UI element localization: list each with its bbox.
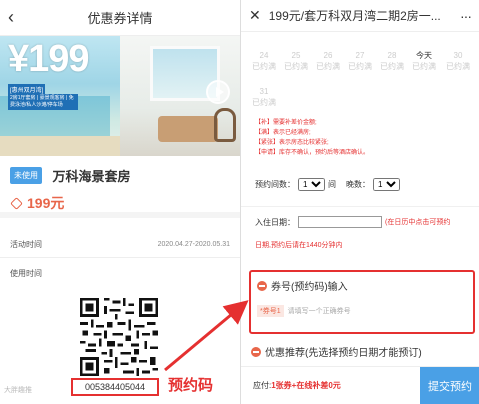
calendar-day[interactable]: 28 已约满 <box>375 50 409 72</box>
banner-description: 2房1厅套房 | 豪景观客房 | 免费泳池/私人沙滩/停车场 <box>8 94 78 110</box>
recommend-title: 优惠推荐(先选择预约日期才能预订) <box>265 348 422 359</box>
rooms-select[interactable]: 1 <box>298 178 325 191</box>
status-badge: 未使用 <box>10 167 42 184</box>
checkin-label: 入住日期： <box>255 217 295 227</box>
calendar-day[interactable]: 26 已约满 <box>311 50 345 72</box>
usage-time-label: 使用时间 <box>10 269 42 278</box>
ticket-icon <box>251 346 261 357</box>
price-tag-icon <box>10 196 23 210</box>
usage-time-row: 使用时间 <box>0 268 240 279</box>
calendar-legend: 【补】需要补差价金额; 【满】表示已经满房; 【紧张】表示房态比较紧张; 【申请… <box>255 120 370 156</box>
play-icon[interactable] <box>206 80 230 104</box>
activity-time-label: 活动时间 <box>10 240 42 249</box>
ticket-icon <box>257 280 267 291</box>
recommend-section: 优惠推荐(先选择预约日期才能预订) <box>251 344 422 359</box>
coupon-code-input[interactable]: 请填写一个正确券号 <box>288 306 351 316</box>
booking-header: ✕ 199元/套万科双月湾二期2房一... ··· <box>241 0 479 32</box>
booking-panel: ✕ 199元/套万科双月湾二期2房一... ··· 24 已约满 25 已约满 26… <box>240 0 479 404</box>
reservation-code: 005384405044 <box>71 378 159 396</box>
rooms-label: 预约间数： <box>255 180 295 189</box>
checkin-hint-continued: 日期,预约后请在1440分钟内 <box>255 242 343 249</box>
coupon-code-title: 券号(预约码)输入 <box>271 282 348 293</box>
payment-amount: 1张券+在线补差0元 <box>271 381 341 390</box>
watermark: 大胖趣推 <box>4 387 32 394</box>
calendar-day[interactable]: 25 已约满 <box>279 50 313 72</box>
activity-time-value: 2020.04.27-2020.05.31 <box>157 241 230 248</box>
booking-footer: 应付:1张券+在线补差0元 提交预约 <box>241 366 479 404</box>
calendar-day[interactable]: 24 已约满 <box>247 50 281 72</box>
payment-summary: 应付:1张券+在线补差0元 <box>253 381 341 390</box>
checkin-hint: (在日历中点击可预约 <box>385 219 451 226</box>
submit-booking-button[interactable]: 提交预约 <box>420 366 479 404</box>
rooms-unit: 间 <box>328 180 336 189</box>
nights-label: 晚数： <box>346 180 370 189</box>
coupon-summary: 未使用 万科海景套房 199元 <box>0 156 240 218</box>
calendar-day[interactable]: 30 已约满 <box>441 50 475 72</box>
page-title: 优惠券详情 <box>87 11 153 26</box>
hotel-banner: ¥199 [惠州双月湾] 2房1厅套房 | 豪景观客房 | 免费泳池/私人沙滩/… <box>0 36 240 156</box>
activity-time-row: 活动时间 2020.04.27-2020.05.31 <box>0 232 240 258</box>
calendar-day[interactable]: 31 已约满 <box>247 86 281 108</box>
coupon-price: 199元 <box>27 195 65 211</box>
coupon-detail-panel: ‹ 优惠券详情 ¥199 [惠州双月湾] 2房1厅套房 | 豪景观客房 | 免费… <box>0 0 240 404</box>
nights-select[interactable]: 1 <box>373 178 400 191</box>
banner-price: ¥199 <box>8 38 90 80</box>
reservation-code-callout: 预约码 <box>168 377 214 394</box>
more-icon[interactable]: ··· <box>460 8 472 24</box>
coupon-code-badge: *券号1 <box>257 305 284 317</box>
booking-title: 199元/套万科双月湾二期2房一... <box>268 9 441 23</box>
coupon-detail-header: ‹ 优惠券详情 <box>0 0 240 36</box>
chevron-left-icon[interactable]: ‹ <box>8 8 14 26</box>
close-icon[interactable]: ✕ <box>249 7 261 24</box>
qr-code <box>80 298 158 376</box>
coupon-code-field[interactable]: *券号1 请填写一个正确券号 <box>257 305 467 317</box>
calendar-day[interactable]: 27 已约满 <box>343 50 377 72</box>
coupon-code-section: 券号(预约码)输入 *券号1 请填写一个正确券号 <box>249 270 475 334</box>
checkin-date-input[interactable] <box>298 216 382 228</box>
calendar-day-today[interactable]: 今天 已约满 <box>407 50 441 72</box>
coupon-name: 万科海景套房 <box>52 169 131 184</box>
